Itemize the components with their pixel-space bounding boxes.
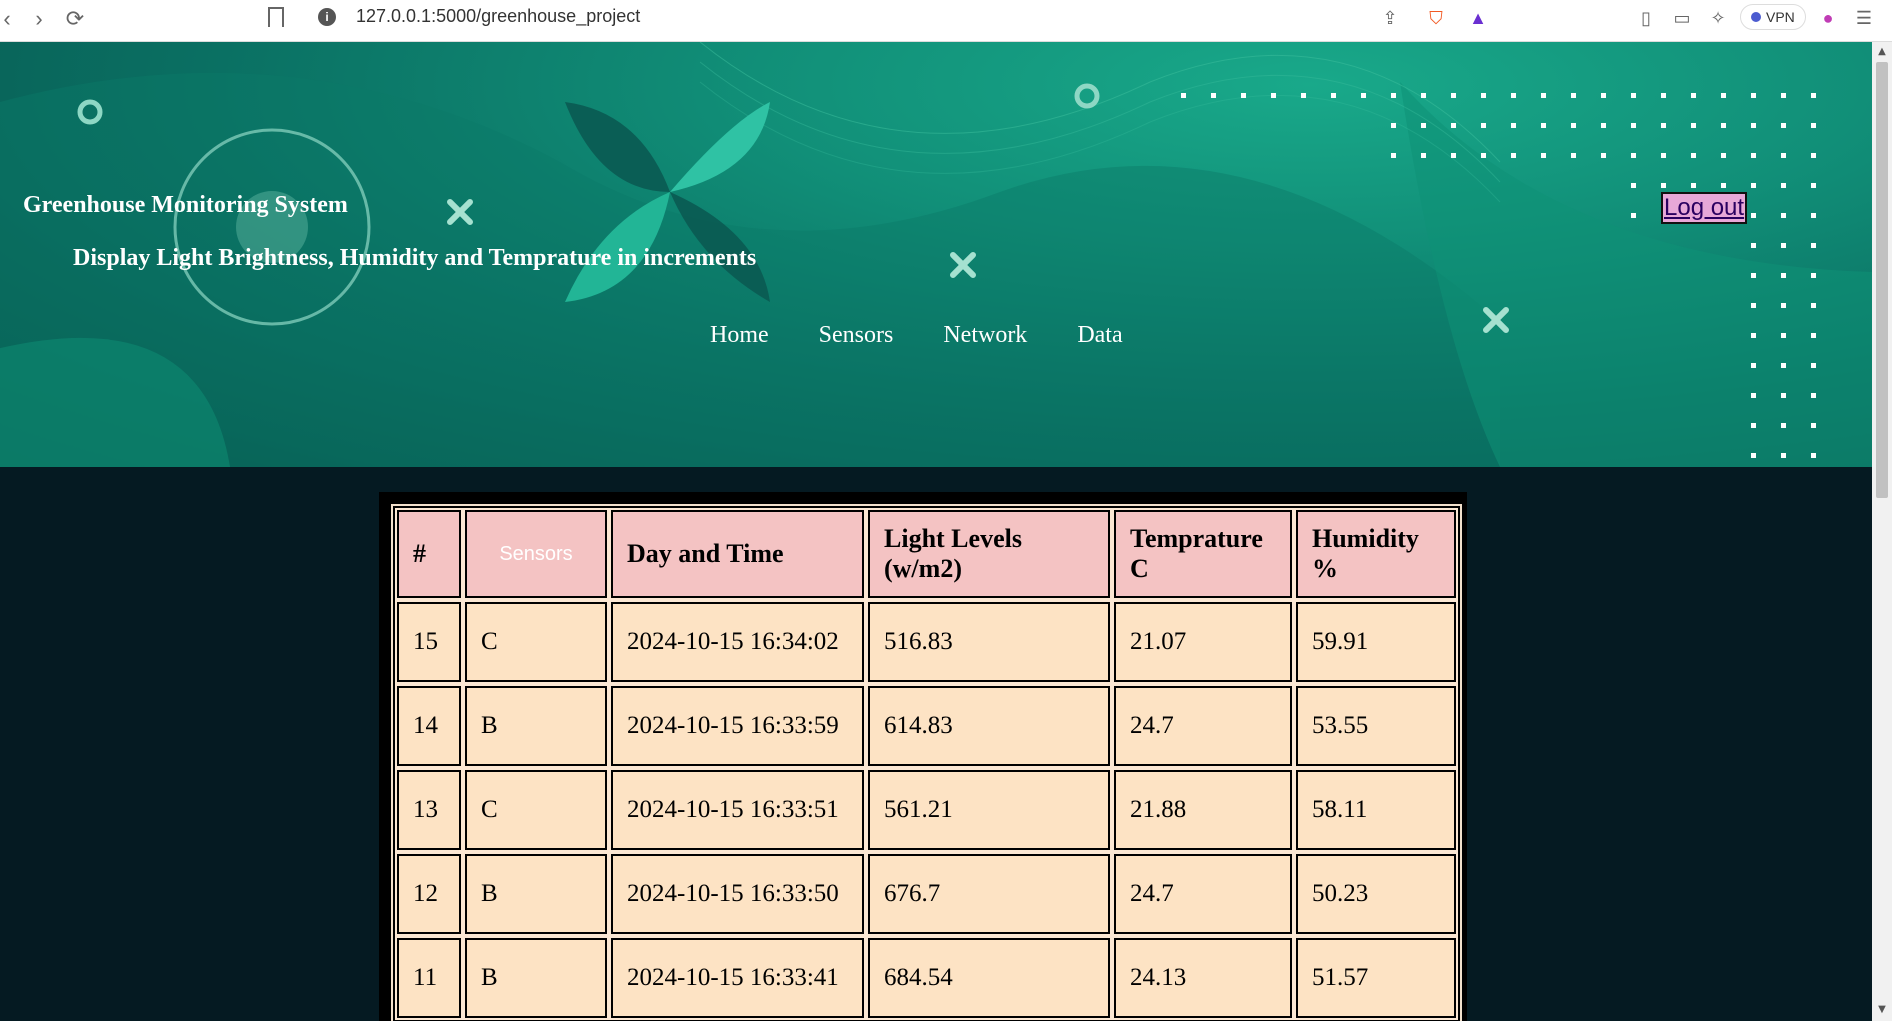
cell-humidity: 50.23 bbox=[1294, 852, 1458, 936]
cell-number: 11 bbox=[395, 936, 463, 1020]
reload-icon[interactable]: ⟳ bbox=[62, 6, 88, 32]
cell-number: 13 bbox=[395, 768, 463, 852]
cell-number: 14 bbox=[395, 684, 463, 768]
column-header-number: # bbox=[395, 508, 463, 600]
table-row: 11 B 2024-10-15 16:33:41 684.54 24.13 51… bbox=[395, 936, 1458, 1020]
share-icon[interactable]: ⇪ bbox=[1378, 6, 1402, 30]
cell-sensor: C bbox=[463, 768, 609, 852]
cell-humidity: 51.57 bbox=[1294, 936, 1458, 1020]
vpn-button[interactable]: VPN bbox=[1740, 4, 1806, 30]
site-subtitle: Display Light Brightness, Humidity and T… bbox=[73, 245, 757, 271]
ring-icon bbox=[1074, 83, 1100, 109]
site-title: Greenhouse Monitoring System bbox=[23, 192, 348, 218]
nav-link-data[interactable]: Data bbox=[1077, 322, 1122, 349]
table-row: 15 C 2024-10-15 16:34:02 516.83 21.07 59… bbox=[395, 600, 1458, 684]
nav-link-home[interactable]: Home bbox=[710, 322, 769, 349]
table-row: 13 C 2024-10-15 16:33:51 561.21 21.88 58… bbox=[395, 768, 1458, 852]
brave-rewards-icon[interactable]: ▲ bbox=[1466, 6, 1490, 30]
site-info-icon[interactable]: i bbox=[318, 8, 336, 26]
cell-number: 15 bbox=[395, 600, 463, 684]
profile-icon[interactable]: ● bbox=[1816, 6, 1840, 30]
column-header-sensors: Sensors bbox=[463, 508, 609, 600]
column-header-light-levels: Light Levels (w/m2) bbox=[866, 508, 1112, 600]
forward-icon[interactable]: › bbox=[26, 6, 52, 32]
sidebar-icon[interactable]: ▯ bbox=[1634, 6, 1658, 30]
cell-light: 516.83 bbox=[866, 600, 1112, 684]
cell-light: 561.21 bbox=[866, 768, 1112, 852]
address-bar[interactable]: 127.0.0.1:5000/greenhouse_project bbox=[356, 6, 640, 27]
table-row: 12 B 2024-10-15 16:33:50 676.7 24.7 50.2… bbox=[395, 852, 1458, 936]
nav-link-sensors[interactable]: Sensors bbox=[819, 322, 894, 349]
leo-ai-icon[interactable]: ✧ bbox=[1706, 6, 1730, 30]
table-row: 14 B 2024-10-15 16:33:59 614.83 24.7 53.… bbox=[395, 684, 1458, 768]
cell-humidity: 58.11 bbox=[1294, 768, 1458, 852]
column-header-day-time: Day and Time bbox=[609, 508, 866, 600]
cell-humidity: 53.55 bbox=[1294, 684, 1458, 768]
logout-button[interactable]: Log out bbox=[1661, 192, 1748, 224]
readings-table-container: # Sensors Day and Time Light Levels (w/m… bbox=[379, 492, 1467, 1021]
cell-number: 12 bbox=[395, 852, 463, 936]
back-icon[interactable]: ‹ bbox=[0, 6, 20, 32]
header-banner: Greenhouse Monitoring System Display Lig… bbox=[0, 42, 1872, 467]
cell-temperature: 24.13 bbox=[1112, 936, 1294, 1020]
bookmark-icon[interactable] bbox=[268, 7, 284, 27]
cell-light: 676.7 bbox=[866, 852, 1112, 936]
scroll-down-arrow-icon[interactable]: ▼ bbox=[1876, 1004, 1888, 1015]
cell-datetime: 2024-10-15 16:33:51 bbox=[609, 768, 866, 852]
cell-temperature: 24.7 bbox=[1112, 852, 1294, 936]
cell-datetime: 2024-10-15 16:33:41 bbox=[609, 936, 866, 1020]
main-nav: Home Sensors Network Data bbox=[710, 322, 1123, 349]
browser-toolbar: ‹ › ⟳ i 127.0.0.1:5000/greenhouse_projec… bbox=[0, 0, 1892, 42]
cell-datetime: 2024-10-15 16:33:59 bbox=[609, 684, 866, 768]
menu-icon[interactable]: ☰ bbox=[1852, 6, 1876, 30]
wallet-icon[interactable]: ▭ bbox=[1670, 6, 1694, 30]
cell-temperature: 21.07 bbox=[1112, 600, 1294, 684]
column-header-temperature: Temprature C bbox=[1112, 508, 1294, 600]
table-header-row: # Sensors Day and Time Light Levels (w/m… bbox=[395, 508, 1458, 600]
cell-sensor: B bbox=[463, 684, 609, 768]
column-header-humidity: Humidity % bbox=[1294, 508, 1458, 600]
brave-shield-icon[interactable]: ⛉ bbox=[1424, 6, 1448, 30]
cell-humidity: 59.91 bbox=[1294, 600, 1458, 684]
cell-light: 684.54 bbox=[866, 936, 1112, 1020]
cell-datetime: 2024-10-15 16:33:50 bbox=[609, 852, 866, 936]
readings-table: # Sensors Day and Time Light Levels (w/m… bbox=[391, 504, 1462, 1021]
vpn-status-icon bbox=[1751, 12, 1761, 22]
nav-link-network[interactable]: Network bbox=[943, 322, 1027, 349]
cell-temperature: 21.88 bbox=[1112, 768, 1294, 852]
cell-sensor: B bbox=[463, 936, 609, 1020]
cell-datetime: 2024-10-15 16:34:02 bbox=[609, 600, 866, 684]
cell-sensor: C bbox=[463, 600, 609, 684]
vpn-label: VPN bbox=[1766, 9, 1795, 25]
scrollbar-thumb[interactable] bbox=[1876, 62, 1888, 498]
scroll-up-arrow-icon[interactable]: ▲ bbox=[1876, 46, 1888, 57]
cell-temperature: 24.7 bbox=[1112, 684, 1294, 768]
cell-light: 614.83 bbox=[866, 684, 1112, 768]
cell-sensor: B bbox=[463, 852, 609, 936]
